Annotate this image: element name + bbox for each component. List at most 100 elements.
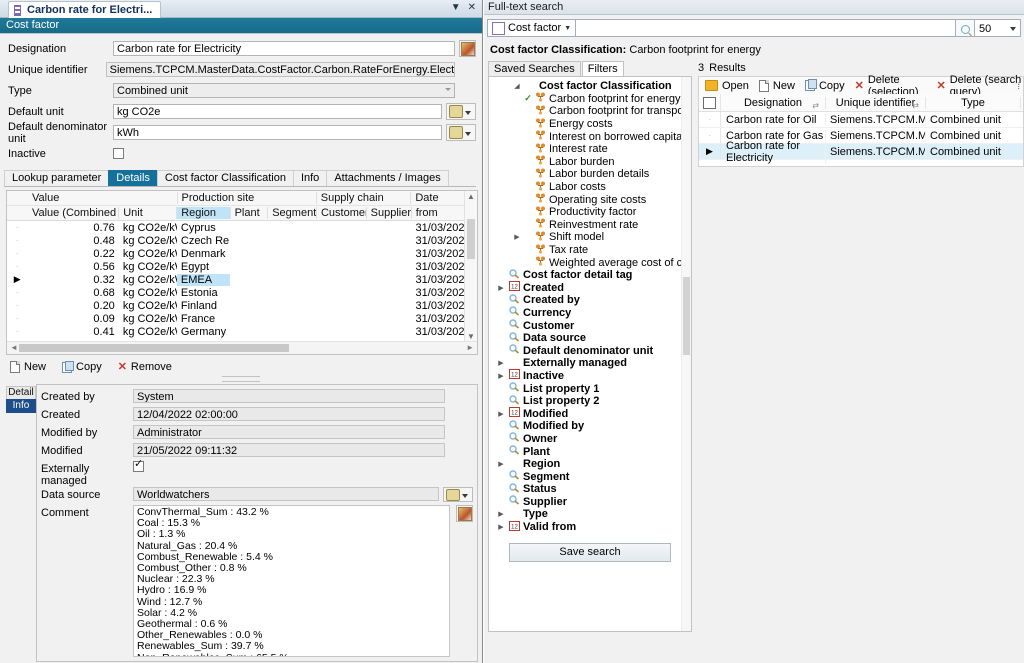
tab-details[interactable]: Details bbox=[108, 170, 158, 186]
tab-info[interactable]: Info bbox=[293, 170, 327, 186]
expander-collapsed-icon[interactable]: ▶ bbox=[495, 359, 507, 367]
tab-filters[interactable]: Filters bbox=[582, 61, 624, 76]
results-grid-settings-icon[interactable] bbox=[699, 94, 721, 111]
grid-row[interactable]: ·0.48kg CO2e/kWhCzech Re31/03/2022 bbox=[7, 234, 477, 247]
grid-group-supply-chain[interactable]: Supply chain bbox=[317, 192, 412, 204]
tree-node[interactable]: Segment bbox=[489, 470, 691, 483]
col-segment[interactable]: Segment bbox=[268, 207, 317, 219]
comment-image-button[interactable] bbox=[456, 505, 473, 522]
grid-row[interactable]: ·0.56kg CO2e/kWhEgypt31/03/2022 bbox=[7, 260, 477, 273]
results-row[interactable]: ▶Carbon rate for ElectricitySiemens.TCPC… bbox=[699, 144, 1023, 160]
expander-collapsed-icon[interactable]: ▶ bbox=[495, 372, 507, 380]
vtab-detail[interactable]: Detail bbox=[6, 386, 36, 400]
results-col-designation[interactable]: Designation ⇄ bbox=[721, 97, 826, 109]
col-unit[interactable]: Unit bbox=[119, 207, 177, 219]
grid-row[interactable]: ·0.20kg CO2e/kWhFinland31/03/2022 bbox=[7, 299, 477, 312]
entity-type-select[interactable]: Cost factor ▼ bbox=[487, 19, 576, 37]
tree-node[interactable]: Operating site costs bbox=[489, 193, 691, 206]
tree-node[interactable]: Reinvestment rate bbox=[489, 219, 691, 232]
sort-icon[interactable]: ⇄ bbox=[912, 101, 919, 109]
filter-checked-icon[interactable]: ✓ bbox=[523, 93, 533, 104]
tree-node[interactable]: Default denominator unit bbox=[489, 344, 691, 357]
tree-node[interactable]: Status bbox=[489, 483, 691, 496]
grid-row[interactable]: ·0.09kg CO2e/kWhFrance31/03/2022 bbox=[7, 312, 477, 325]
sort-icon[interactable]: ⇄ bbox=[812, 101, 819, 110]
tree-node[interactable]: Owner bbox=[489, 433, 691, 446]
grid-row[interactable]: ·0.41kg CO2e/kWhGermany31/03/2022 bbox=[7, 325, 477, 338]
grid-horizontal-scrollbar[interactable]: ◄ ► bbox=[7, 341, 477, 354]
tree-node[interactable]: Created by bbox=[489, 294, 691, 307]
tree-node[interactable]: Tax rate bbox=[489, 244, 691, 257]
grid-group-production-site[interactable]: Production site bbox=[178, 192, 317, 204]
tree-node[interactable]: Modified by bbox=[489, 420, 691, 433]
tree-node[interactable]: ▶Region bbox=[489, 458, 691, 471]
expander-collapsed-icon[interactable]: ▶ bbox=[495, 284, 507, 292]
tree-node[interactable]: ◢Cost factor Classification bbox=[489, 80, 691, 93]
tree-node[interactable]: List property 1 bbox=[489, 382, 691, 395]
tree-node[interactable]: Energy costs bbox=[489, 118, 691, 131]
tree-node[interactable]: Currency bbox=[489, 307, 691, 320]
expander-collapsed-icon[interactable]: ▶ bbox=[495, 523, 507, 531]
tree-node[interactable]: Interest on borrowed capital rate bbox=[489, 130, 691, 143]
results-col-type[interactable]: Type bbox=[926, 97, 1021, 109]
designation-image-button[interactable] bbox=[459, 40, 476, 57]
toolbar-overflow-icon[interactable]: ⁞ bbox=[1017, 81, 1020, 91]
scroll-up-icon[interactable]: ▲ bbox=[465, 191, 477, 202]
tree-node[interactable]: ▶Shift model bbox=[489, 231, 691, 244]
default-unit-input[interactable]: kg CO2e bbox=[113, 104, 442, 119]
tree-node[interactable]: ✓Carbon footprint for energy bbox=[489, 93, 691, 106]
inactive-checkbox[interactable] bbox=[113, 148, 124, 159]
tree-node[interactable]: Labor costs bbox=[489, 181, 691, 194]
tree-node[interactable]: ▶12Created bbox=[489, 282, 691, 295]
tree-node[interactable]: Carbon footprint for transport bbox=[489, 105, 691, 118]
grid-vertical-scrollbar[interactable]: ▲ ▼ bbox=[464, 191, 477, 342]
grid-row[interactable]: ·0.68kg CO2e/kWhEstonia31/03/2022 bbox=[7, 286, 477, 299]
tab-lookup-parameter[interactable]: Lookup parameter bbox=[4, 170, 109, 186]
results-copy-button[interactable]: Copy bbox=[805, 80, 845, 92]
col-plant[interactable]: Plant bbox=[231, 207, 269, 219]
tree-node[interactable]: Cost factor detail tag bbox=[489, 269, 691, 282]
tab-cost-factor-classification[interactable]: Cost factor Classification bbox=[157, 170, 294, 186]
comment-textarea[interactable]: ConvThermal_Sum : 43.2 % Coal : 15.3 % O… bbox=[133, 505, 450, 657]
tree-node[interactable]: Customer bbox=[489, 319, 691, 332]
tree-node[interactable]: Labor burden details bbox=[489, 168, 691, 181]
tree-node[interactable]: ▶12Modified bbox=[489, 407, 691, 420]
tree-node[interactable]: Interest rate bbox=[489, 143, 691, 156]
expander-collapsed-icon[interactable]: ▶ bbox=[495, 460, 507, 468]
vtab-info[interactable]: Info bbox=[6, 399, 36, 413]
close-icon[interactable]: ✕ bbox=[468, 2, 476, 14]
tree-node[interactable]: Data source bbox=[489, 332, 691, 345]
grid-row[interactable]: ·0.76kg CO2e/kWhCyprus31/03/2022 bbox=[7, 221, 477, 234]
expander-collapsed-icon[interactable]: ▶ bbox=[511, 233, 523, 241]
open-button[interactable]: Open bbox=[705, 80, 749, 92]
tree-node[interactable]: ▶Externally managed bbox=[489, 357, 691, 370]
scroll-thumb[interactable] bbox=[467, 219, 475, 259]
new-button[interactable]: New bbox=[10, 361, 46, 373]
grid-row[interactable]: ▶0.32kg CO2e/kWhEMEA31/03/2022 bbox=[7, 273, 477, 286]
search-button[interactable] bbox=[956, 19, 975, 37]
tree-node[interactable]: Plant bbox=[489, 445, 691, 458]
col-customer[interactable]: Customer bbox=[317, 207, 367, 219]
default-denominator-unit-input[interactable]: kWh bbox=[113, 125, 442, 140]
tab-menu-icon[interactable]: ▼ bbox=[451, 2, 461, 14]
search-input[interactable] bbox=[576, 19, 956, 37]
tree-node[interactable]: ▶12Inactive bbox=[489, 370, 691, 383]
save-search-button[interactable]: Save search bbox=[509, 543, 671, 562]
copy-button[interactable]: Copy bbox=[62, 361, 102, 373]
scroll-right-icon[interactable]: ► bbox=[466, 342, 474, 354]
result-limit-select[interactable]: 50 bbox=[975, 19, 1021, 37]
grid-group-value[interactable]: Value bbox=[28, 192, 177, 204]
expander-expanded-icon[interactable]: ◢ bbox=[511, 82, 523, 90]
scroll-thumb[interactable] bbox=[19, 344, 289, 352]
tab-saved-searches[interactable]: Saved Searches bbox=[488, 61, 581, 76]
results-row[interactable]: ·Carbon rate for OilSiemens.TCPCM.Master… bbox=[699, 112, 1023, 128]
remove-button[interactable]: ✕ Remove bbox=[118, 361, 172, 373]
tree-node[interactable]: ▶Type bbox=[489, 508, 691, 521]
type-select[interactable]: Combined unit bbox=[113, 83, 455, 98]
scroll-left-icon[interactable]: ◄ bbox=[10, 342, 18, 354]
default-unit-picker-button[interactable] bbox=[446, 103, 476, 120]
results-col-unique-identifier[interactable]: Unique identifier ⇄ bbox=[826, 97, 926, 109]
externally-managed-checkbox[interactable] bbox=[133, 461, 144, 472]
results-new-button[interactable]: New bbox=[759, 80, 795, 92]
col-value-combined-unit[interactable]: Value (Combined Unit) bbox=[28, 207, 119, 219]
